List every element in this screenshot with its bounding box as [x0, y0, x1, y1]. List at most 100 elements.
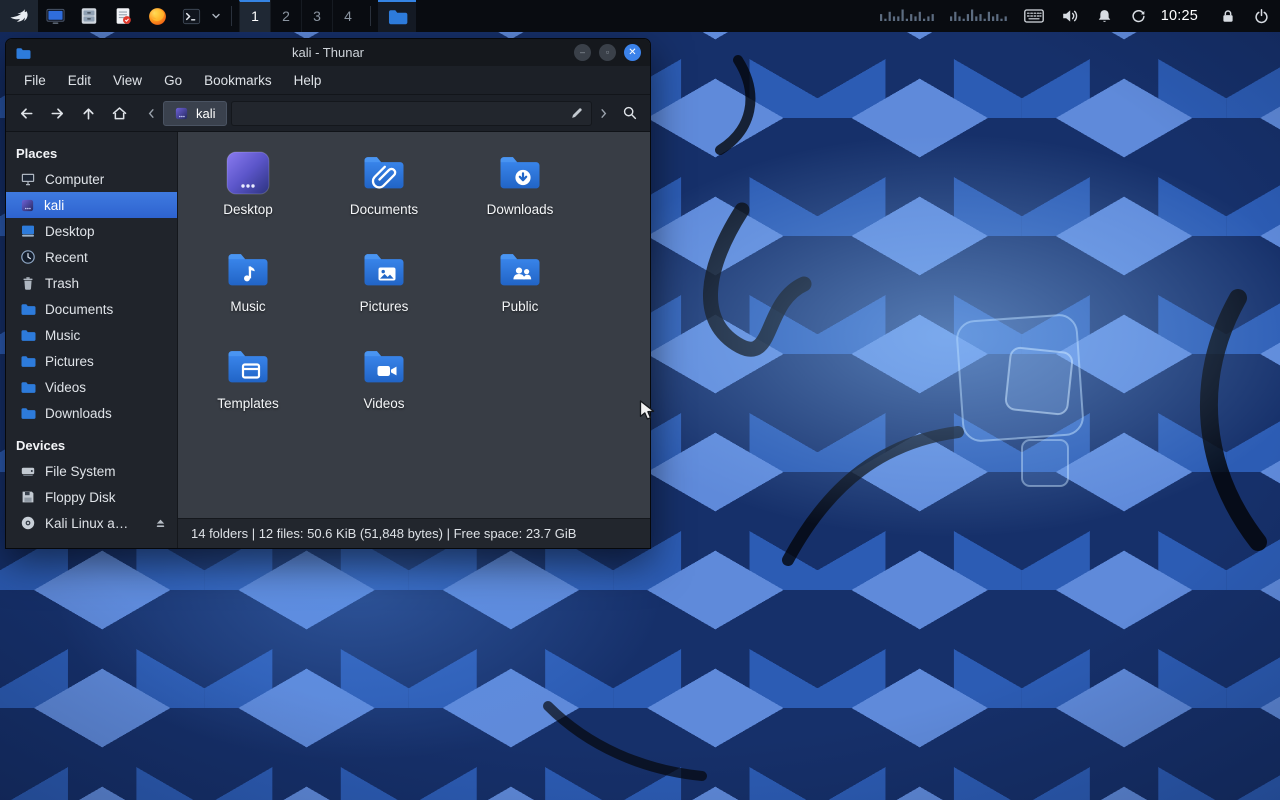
sidebar-item-documents[interactable]: Documents [6, 296, 177, 322]
sidebar-item-label: Recent [45, 250, 88, 265]
sidebar-item-label: Downloads [45, 406, 112, 421]
workspace-4[interactable]: 4 [332, 0, 363, 32]
workspace-switcher: 1234 [239, 0, 363, 32]
up-button[interactable] [74, 99, 102, 127]
terminal-dropdown-caret[interactable] [208, 0, 224, 32]
sidebar-item-desktop[interactable]: Desktop [6, 218, 177, 244]
places-sidebar: PlacesComputer kali Desktop Recent TrashDocu… [6, 132, 178, 548]
sidebar-item-kali-linux-a-[interactable]: Kali Linux a… [6, 510, 177, 536]
file-label: Desktop [223, 202, 273, 217]
sidebar-item-recent[interactable]: Recent [6, 244, 177, 270]
window-titlebar[interactable]: kali - Thunar – ▫ ✕ [6, 39, 650, 66]
panel-power-indicator[interactable] [1253, 0, 1270, 32]
menu-edit[interactable]: Edit [58, 69, 101, 92]
search-button[interactable] [616, 99, 644, 127]
launcher-kali-menu[interactable] [0, 0, 38, 32]
panel-update-indicator[interactable] [1130, 0, 1147, 32]
launcher-text-editor[interactable] [106, 0, 140, 32]
file-label: Public [502, 299, 539, 314]
file-public[interactable]: Public [452, 244, 588, 341]
menu-file[interactable]: File [14, 69, 56, 92]
path-button-home[interactable]: kali [163, 101, 227, 126]
path-scroll-left[interactable] [144, 107, 159, 120]
sidebar-item-label: Music [45, 328, 80, 343]
clock-icon [20, 249, 36, 265]
workspace-2[interactable]: 2 [270, 0, 301, 32]
folder-mini-icon [20, 379, 36, 395]
sidebar-item-pictures[interactable]: Pictures [6, 348, 177, 374]
system-monitor-graph [880, 5, 1008, 28]
panel-keyboard-indicator[interactable] [1024, 0, 1044, 32]
lock-icon [1220, 8, 1236, 24]
close-button[interactable]: ✕ [624, 44, 641, 61]
sidebar-item-computer[interactable]: Computer [6, 166, 177, 192]
top-panel: 1234 10:25 [0, 0, 1280, 32]
edit-path-icon[interactable] [570, 106, 584, 120]
folder-mini-icon [20, 405, 36, 421]
sidebar-item-floppy-disk[interactable]: Floppy Disk [6, 484, 177, 510]
panel-lock-indicator[interactable] [1220, 0, 1236, 32]
file-label: Videos [363, 396, 404, 411]
minimize-button[interactable]: – [574, 44, 591, 61]
folder-mini-icon [20, 301, 36, 317]
launcher-firefox[interactable] [140, 0, 174, 32]
sidebar-item-file-system[interactable]: File System [6, 458, 177, 484]
forward-button[interactable] [43, 99, 71, 127]
panel-session-icons [1220, 0, 1270, 32]
maximize-button[interactable]: ▫ [599, 44, 616, 61]
file-music[interactable]: Music [180, 244, 316, 341]
folder-icon-download [496, 149, 544, 197]
menu-help[interactable]: Help [284, 69, 332, 92]
workspace-1[interactable]: 1 [239, 0, 270, 32]
sidebar-item-label: Floppy Disk [45, 490, 116, 505]
panel-bell-indicator[interactable] [1096, 0, 1113, 32]
sidebar-item-label: Pictures [45, 354, 94, 369]
sidebar-item-trash[interactable]: Trash [6, 270, 177, 296]
back-button[interactable] [12, 99, 40, 127]
file-desktop[interactable]: Desktop [180, 147, 316, 244]
file-icon-view[interactable]: Desktop Documents Downloads MusicPictures Pu… [178, 132, 650, 518]
panel-clock[interactable]: 10:25 [1161, 8, 1198, 24]
file-pictures[interactable]: Pictures [316, 244, 452, 341]
sidebar-header-devices: Devices [6, 432, 177, 458]
file-videos[interactable]: Videos [316, 341, 452, 438]
menu-view[interactable]: View [103, 69, 152, 92]
sidebar-item-downloads[interactable]: Downloads [6, 400, 177, 426]
window-title: kali - Thunar [6, 45, 650, 60]
folder-icon-film [360, 343, 408, 391]
file-templates[interactable]: Templates [180, 341, 316, 438]
sidebar-item-kali[interactable]: kali [6, 192, 177, 218]
taskbar-thunar[interactable] [378, 0, 416, 32]
sidebar-item-label: kali [44, 198, 64, 213]
launcher-terminal[interactable] [174, 0, 208, 32]
cabinet-icon [79, 6, 99, 26]
file-documents[interactable]: Documents [316, 147, 452, 244]
bell-icon [1096, 8, 1113, 25]
menu-bookmarks[interactable]: Bookmarks [194, 69, 282, 92]
file-label: Documents [350, 202, 418, 217]
workspace-3[interactable]: 3 [301, 0, 332, 32]
folder-icon-template [224, 343, 272, 391]
path-scroll-right[interactable] [596, 107, 611, 120]
path-button-label: kali [196, 106, 216, 121]
home-button[interactable] [105, 99, 133, 127]
chevron-down-icon [211, 11, 221, 21]
file-downloads[interactable]: Downloads [452, 147, 588, 244]
computer-icon [20, 171, 36, 187]
sidebar-header-places: Places [6, 140, 177, 166]
location-entry[interactable] [231, 101, 592, 126]
sidebar-item-videos[interactable]: Videos [6, 374, 177, 400]
file-label: Downloads [487, 202, 554, 217]
panel-volume-indicator[interactable] [1061, 0, 1079, 32]
path-bar: kali [144, 101, 611, 126]
sidebar-header-network: Network [6, 542, 177, 548]
menu-go[interactable]: Go [154, 69, 192, 92]
power-icon [1253, 8, 1270, 25]
eject-button[interactable] [154, 517, 167, 530]
statusbar: 14 folders | 12 files: 50.6 KiB (51,848 … [178, 518, 650, 548]
menubar: FileEditViewGoBookmarksHelp [6, 66, 650, 95]
sidebar-item-music[interactable]: Music [6, 322, 177, 348]
launcher-display[interactable] [38, 0, 72, 32]
launcher-file-manager[interactable] [72, 0, 106, 32]
sidebar-item-label: Videos [45, 380, 86, 395]
